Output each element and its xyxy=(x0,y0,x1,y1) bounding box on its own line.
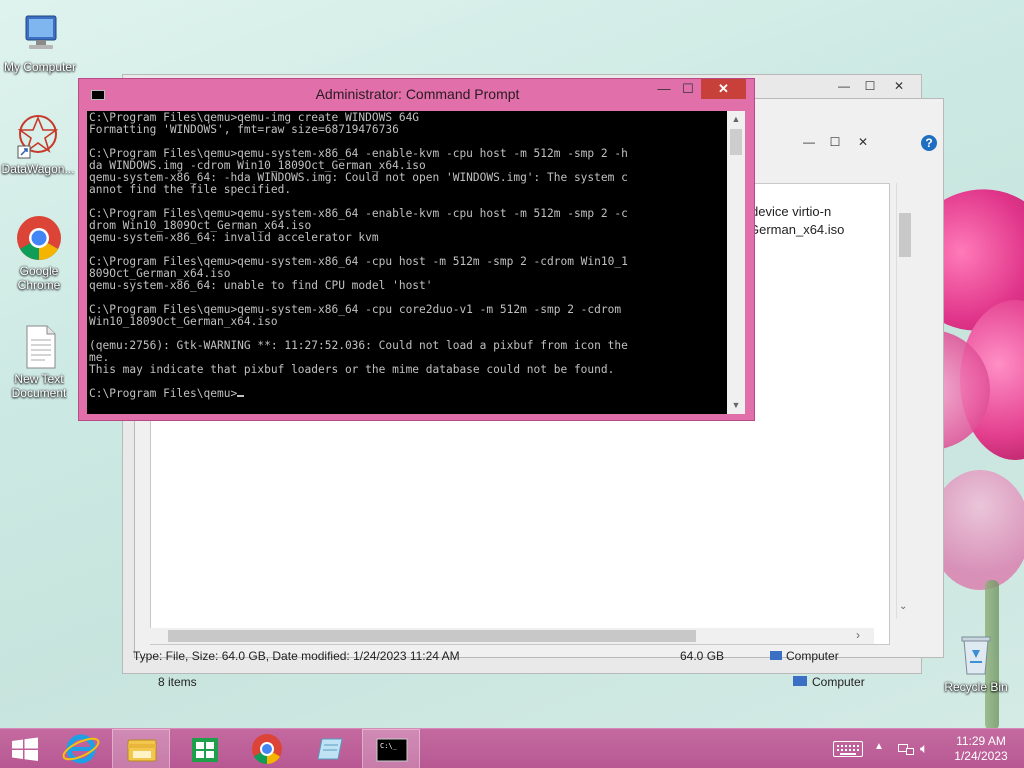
desktop-icon-label: DataWagon... xyxy=(1,162,75,176)
show-hidden-icons[interactable]: ▲ xyxy=(874,741,884,752)
console-line: (qemu:2756): Gtk-WARNING **: 11:27:52.03… xyxy=(89,339,628,352)
close-button[interactable]: ✕ xyxy=(701,79,746,99)
wallpaper-petal xyxy=(930,470,1024,590)
console-line: This may indicate that pixbuf loaders or… xyxy=(89,363,615,376)
help-icon[interactable]: ? xyxy=(921,135,937,151)
store-icon xyxy=(192,738,218,762)
console-output[interactable]: C:\Program Files\qemu>qemu-img create WI… xyxy=(87,111,727,414)
taskbar-notepad[interactable] xyxy=(300,729,358,768)
maximize-button[interactable]: ☐ xyxy=(821,133,849,151)
keyboard-icon[interactable] xyxy=(833,741,863,757)
scroll-right-icon[interactable]: › xyxy=(856,628,860,642)
minimize-button[interactable]: — xyxy=(795,133,823,151)
desktop-icon-label: Recycle Bin xyxy=(944,680,1008,694)
footer-location: Computer xyxy=(793,675,865,689)
desktop-icon-label: New Text Document xyxy=(11,372,67,400)
desktop-icon-label: Google Chrome xyxy=(17,264,61,292)
horizontal-scrollbar[interactable]: › xyxy=(150,628,874,644)
chrome-icon xyxy=(252,734,282,764)
details-size: 64.0 GB xyxy=(680,649,725,663)
file-list-text: German_x64.iso xyxy=(749,222,845,237)
desktop-icon-new-text-document[interactable]: New Text Document xyxy=(0,322,79,400)
scroll-down-icon[interactable]: ⌄ xyxy=(899,601,907,612)
maximize-button[interactable]: ☐ xyxy=(677,79,699,99)
desktop-icon-chrome[interactable]: Google Chrome xyxy=(0,214,79,292)
datawagon-icon xyxy=(14,112,62,160)
desktop-icon-my-computer[interactable]: My Computer xyxy=(0,10,80,74)
computer-icon xyxy=(793,676,807,686)
scroll-down-icon[interactable]: ▼ xyxy=(727,397,745,413)
speaker-icon[interactable]: 🔈︎ xyxy=(920,740,928,757)
clock-time: 11:29 AM xyxy=(956,734,1006,748)
taskbar-store[interactable] xyxy=(176,729,234,768)
text-document-icon xyxy=(15,322,63,370)
notepad-icon xyxy=(317,738,343,760)
close-button[interactable]: ✕ xyxy=(885,77,913,95)
taskbar: C:\_ ▲ 🔈︎ 11:29 AM 1/24/2023 xyxy=(0,728,1024,768)
taskbar-file-explorer[interactable] xyxy=(112,729,170,768)
file-explorer-icon xyxy=(127,739,157,762)
console-line: Formatting 'WINDOWS', fmt=raw size=68719… xyxy=(89,123,399,136)
computer-icon xyxy=(770,651,782,660)
network-icon[interactable] xyxy=(898,742,914,756)
taskbar-command-prompt[interactable]: C:\_ xyxy=(362,729,420,768)
details-status: Type: File, Size: 64.0 GB, Date modified… xyxy=(133,649,460,663)
scrollbar-thumb[interactable] xyxy=(730,129,742,155)
desktop-icon-label: My Computer xyxy=(3,60,77,74)
command-prompt-window[interactable]: Administrator: Command Prompt — ☐ ✕ C:\P… xyxy=(78,78,755,421)
scrollbar-thumb[interactable] xyxy=(899,213,911,257)
file-list-text: device virtio-n xyxy=(751,204,832,219)
clock-date: 1/24/2023 xyxy=(954,749,1008,763)
console-line: qemu-system-x86_64: invalid accelerator … xyxy=(89,231,379,244)
windows-logo-icon xyxy=(12,737,38,761)
console-line: qemu-system-x86_64: unable to find CPU m… xyxy=(89,279,433,292)
items-count: 8 items xyxy=(158,675,197,689)
desktop-icon-datawagon[interactable]: DataWagon... xyxy=(0,112,78,176)
text-cursor xyxy=(237,395,245,397)
taskbar-chrome[interactable] xyxy=(238,729,296,768)
minimize-button[interactable]: — xyxy=(651,79,677,99)
clock[interactable]: 11:29 AM 1/24/2023 xyxy=(948,734,1014,764)
details-location: Computer xyxy=(770,649,839,663)
close-button[interactable]: ✕ xyxy=(849,133,877,151)
desktop-icon-recycle-bin[interactable]: Recycle Bin xyxy=(936,630,1016,694)
console-line: annot find the file specified. xyxy=(89,183,292,196)
recycle-bin-icon xyxy=(952,630,1000,678)
scrollbar-thumb[interactable] xyxy=(168,630,696,642)
computer-icon xyxy=(16,10,64,58)
vertical-scrollbar[interactable]: ⌄ xyxy=(896,183,912,619)
console-prompt: C:\Program Files\qemu> xyxy=(89,388,725,400)
chrome-icon xyxy=(15,214,63,262)
title-bar[interactable]: Administrator: Command Prompt — ☐ ✕ xyxy=(79,79,756,111)
console-line: Win10_1809Oct_German_x64.iso xyxy=(89,315,278,328)
svg-text:C:\_: C:\_ xyxy=(380,742,398,750)
minimize-button[interactable]: — xyxy=(830,77,858,95)
taskbar-internet-explorer[interactable] xyxy=(52,729,110,768)
start-button[interactable] xyxy=(0,729,50,768)
maximize-button[interactable]: ☐ xyxy=(856,77,884,95)
console-scrollbar[interactable]: ▲ ▼ xyxy=(727,111,745,414)
scroll-up-icon[interactable]: ▲ xyxy=(727,111,745,127)
internet-explorer-icon xyxy=(62,734,100,764)
command-prompt-icon: C:\_ xyxy=(376,738,408,762)
